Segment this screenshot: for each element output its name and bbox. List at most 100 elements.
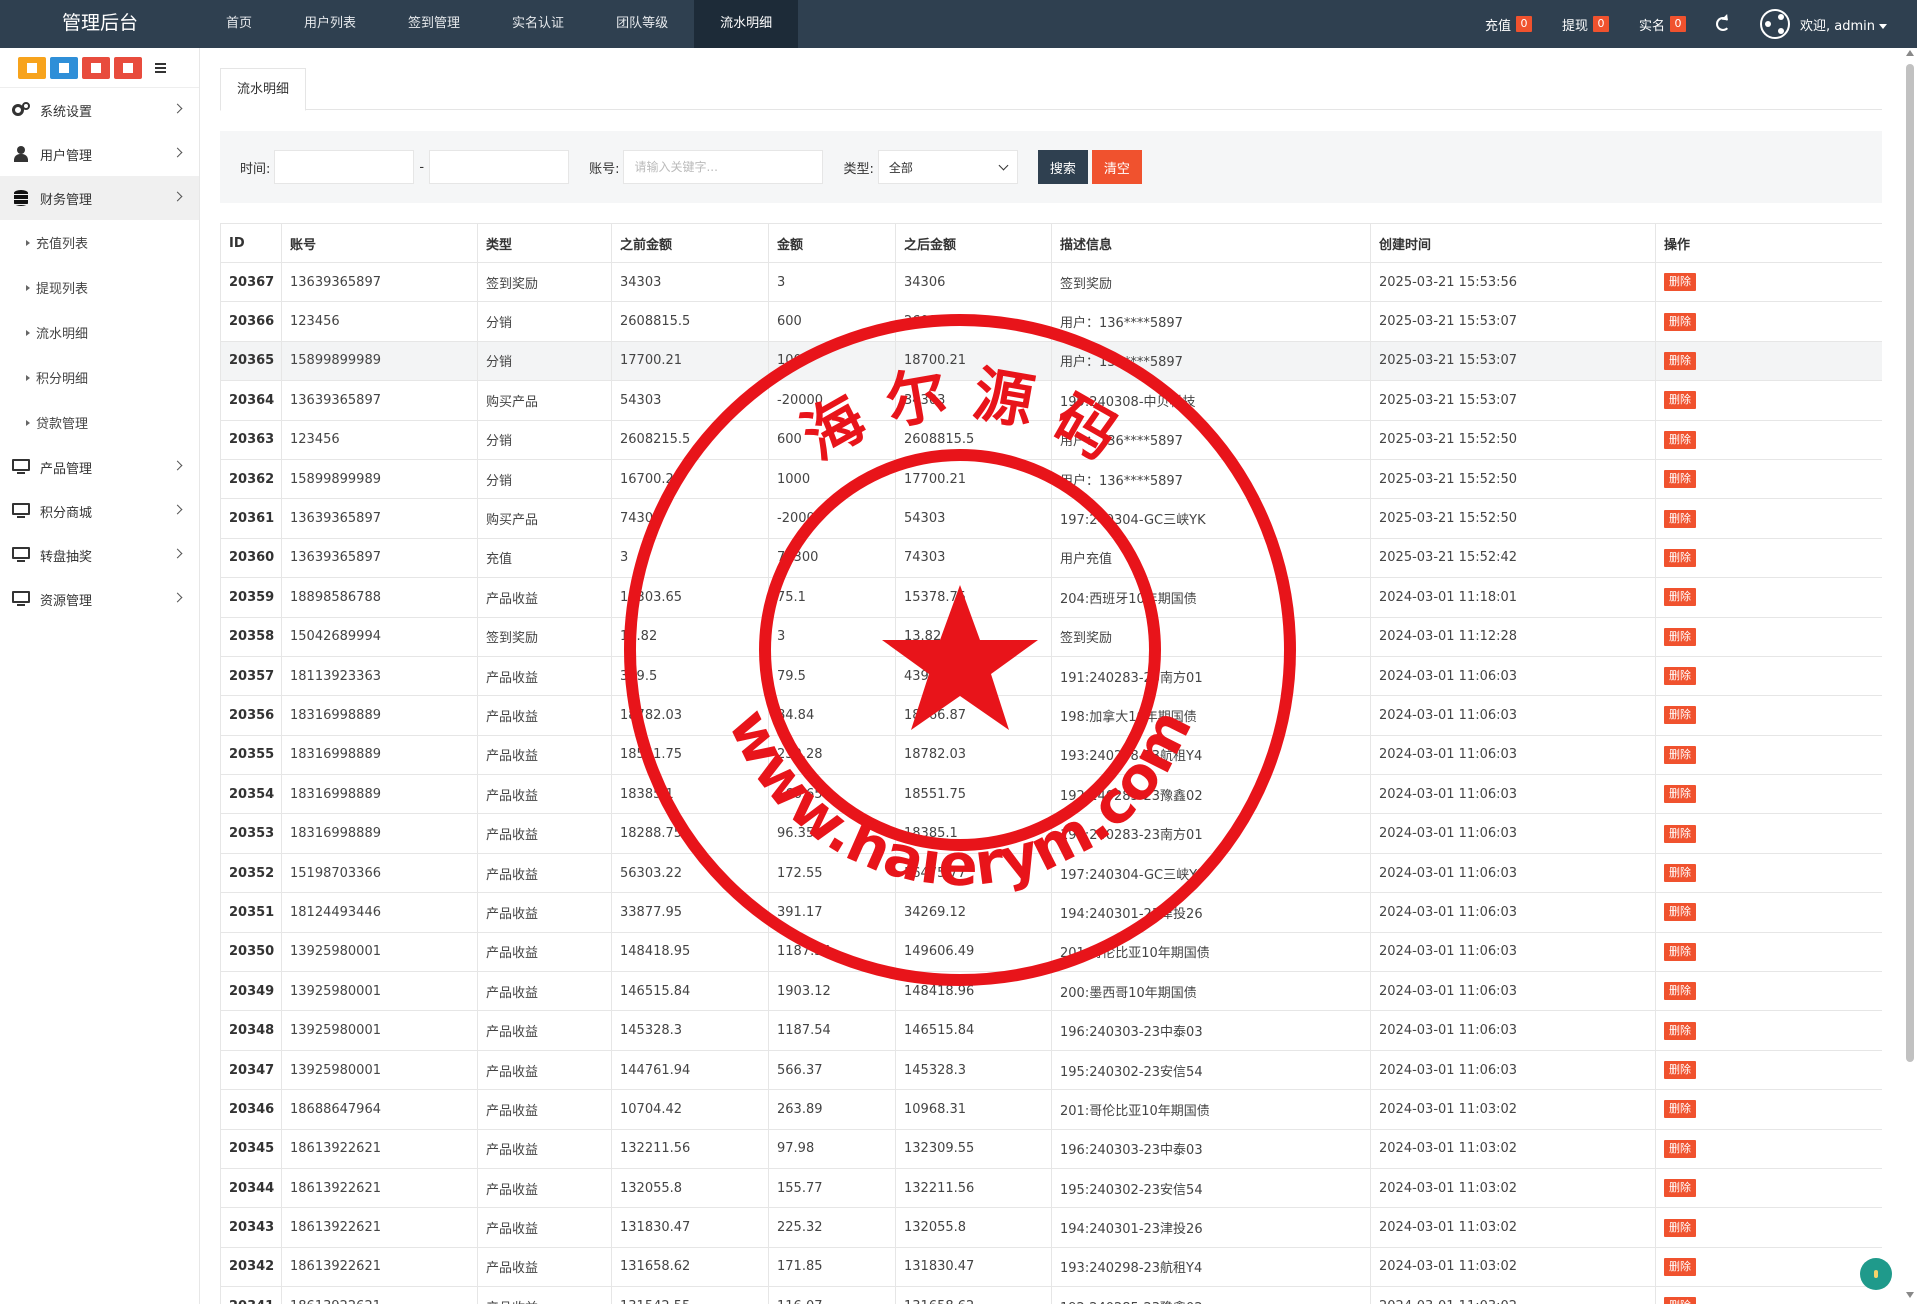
table-cell: 18385.1 — [895, 813, 1052, 854]
delete-button[interactable]: 删除 — [1664, 903, 1696, 922]
end-time-input[interactable] — [429, 150, 570, 184]
delete-button[interactable]: 删除 — [1664, 1100, 1696, 1119]
recharge-notice[interactable]: 充值 0 — [1485, 15, 1532, 34]
home-icon[interactable] — [18, 56, 46, 79]
delete-button[interactable]: 删除 — [1664, 430, 1696, 449]
delete-button[interactable]: 删除 — [1664, 1297, 1696, 1304]
topnav-item-4[interactable]: 团队等级 — [590, 0, 694, 48]
sidebar-item-5[interactable]: 转盘抽奖 — [0, 533, 199, 577]
sidebar-subitem-label: 贷款管理 — [36, 417, 89, 432]
user-menu[interactable]: 欢迎, admin — [1800, 15, 1887, 34]
sidebar-subitem-1[interactable]: 提现列表 — [0, 265, 199, 310]
sidebar-subitem-4[interactable]: 贷款管理 — [0, 400, 199, 445]
delete-button[interactable]: 删除 — [1664, 864, 1696, 883]
start-time-input[interactable] — [274, 150, 415, 184]
delete-button[interactable]: 删除 — [1664, 785, 1696, 804]
top-right-tools: 充值 0 提现 0 实名 0 欢迎, admin — [1485, 0, 1917, 48]
floating-help-button[interactable] — [1860, 1258, 1892, 1290]
sidebar-subitem-label: 流水明细 — [36, 327, 89, 342]
table-cell: 148418.96 — [895, 971, 1052, 1012]
table-cell-actions: 删除 — [1655, 1286, 1882, 1304]
type-select[interactable]: 全部 — [877, 150, 1018, 184]
table-cell: 13.82 — [895, 616, 1052, 657]
delete-button[interactable]: 删除 — [1664, 1139, 1696, 1158]
realname-notice[interactable]: 实名 0 — [1639, 15, 1686, 34]
delete-button[interactable]: 删除 — [1664, 470, 1696, 489]
sidebar-item-1[interactable]: 用户管理 — [0, 132, 199, 176]
table-cell: 产品收益 — [477, 852, 612, 894]
table-cell: 116.07 — [768, 1286, 896, 1304]
delete-button[interactable]: 删除 — [1664, 1257, 1696, 1276]
brand-title[interactable]: 管理后台 — [0, 0, 200, 48]
delete-button[interactable]: 删除 — [1664, 1061, 1696, 1079]
recycle-icon[interactable] — [114, 56, 142, 79]
table-row: 20347 13925980001 产品收益 144761.94 566.37 14532… — [220, 1049, 1882, 1091]
table-cell: 15899899989 — [281, 340, 478, 382]
table-cell: 17700.21 — [611, 340, 769, 382]
delete-button[interactable]: 删除 — [1664, 273, 1696, 292]
topnav-item-1[interactable]: 用户列表 — [278, 0, 382, 48]
topnav-item-2[interactable]: 签到管理 — [382, 0, 486, 48]
flow-table-container: ID 账号 类型 之前金额 金额 之后金额 描述信息 创建时间 操作 20367 13639365… — [220, 223, 1882, 1304]
list-icon[interactable] — [146, 57, 174, 79]
table-cell: 200:墨西哥10年期国债 — [1051, 971, 1371, 1012]
sidebar-item-3[interactable]: 产品管理 — [0, 445, 199, 489]
tab-flow-details[interactable]: 流水明细 — [220, 68, 307, 111]
column-header-2: 类型 — [477, 223, 612, 263]
delete-button[interactable]: 删除 — [1664, 1021, 1696, 1040]
scroll-down-arrow-icon[interactable] — [1906, 1292, 1914, 1298]
delete-button[interactable]: 删除 — [1664, 351, 1696, 370]
caret-right-icon — [26, 239, 30, 246]
delete-button[interactable]: 删除 — [1664, 1218, 1696, 1237]
delete-button[interactable]: 删除 — [1664, 824, 1696, 843]
delete-button[interactable]: 删除 — [1664, 588, 1696, 607]
sidebar: 系统设置 用户管理 财务管理 充值列表 提现列表流水明细积分明细贷款管理产品管理 积分商城… — [0, 48, 200, 1304]
page-scrollbar-thumb[interactable] — [1906, 64, 1914, 1062]
table-cell: 191:240283-23南方01 — [1051, 813, 1371, 854]
delete-button[interactable]: 删除 — [1664, 627, 1696, 646]
account-search-input[interactable] — [623, 150, 824, 184]
sidebar-subitem-2[interactable]: 流水明细 — [0, 310, 199, 355]
sidebar-subitem-3[interactable]: 积分明细 — [0, 355, 199, 400]
delete-button[interactable]: 删除 — [1664, 312, 1696, 331]
withdraw-notice[interactable]: 提现 0 — [1562, 15, 1609, 34]
chevron-down-icon — [998, 160, 1009, 171]
table-cell: 132211.56 — [895, 1167, 1052, 1209]
table-cell: 230.28 — [768, 734, 896, 776]
table-cell: 20363 — [220, 419, 282, 460]
delete-button[interactable]: 删除 — [1664, 745, 1696, 764]
topnav-item-0[interactable]: 首页 — [200, 0, 278, 48]
delete-button[interactable]: 删除 — [1664, 667, 1696, 686]
caret-down-icon — [1879, 23, 1887, 29]
table-cell: 2024-03-01 11:06:03 — [1370, 1049, 1656, 1091]
trash-icon[interactable] — [82, 56, 110, 79]
delete-button[interactable]: 删除 — [1664, 1179, 1696, 1198]
clear-button[interactable]: 清空 — [1091, 150, 1142, 184]
table-cell: 18866.87 — [895, 695, 1052, 736]
sidebar-item-4[interactable]: 积分商城 — [0, 489, 199, 533]
table-cell: 1187.54 — [768, 1010, 896, 1051]
topnav-item-5[interactable]: 流水明细 — [694, 0, 799, 48]
delete-button[interactable]: 删除 — [1664, 391, 1696, 410]
table-cell: 192:240285-23豫鑫02 — [1051, 774, 1371, 815]
delete-button[interactable]: 删除 — [1664, 706, 1696, 725]
search-button[interactable]: 搜索 — [1037, 150, 1088, 184]
scroll-up-arrow-icon[interactable] — [1906, 50, 1914, 56]
table-cell: 131830.47 — [611, 1207, 769, 1248]
file-icon[interactable] — [50, 56, 78, 79]
sidebar-item-2[interactable]: 财务管理 — [0, 176, 199, 220]
delete-button[interactable]: 删除 — [1664, 509, 1696, 528]
table-cell: 56303.22 — [611, 852, 769, 894]
avatar[interactable] — [1760, 9, 1790, 39]
refresh-icon[interactable] — [1716, 17, 1730, 31]
withdraw-count-badge: 0 — [1592, 16, 1609, 32]
delete-button[interactable]: 删除 — [1664, 982, 1696, 1001]
topnav-item-3[interactable]: 实名认证 — [486, 0, 590, 48]
delete-button[interactable]: 删除 — [1664, 942, 1696, 961]
delete-button[interactable]: 删除 — [1664, 548, 1696, 567]
sidebar-item-6[interactable]: 资源管理 — [0, 577, 199, 621]
table-cell: 18782.03 — [611, 695, 769, 736]
sidebar-subitem-0[interactable]: 充值列表 — [0, 220, 199, 265]
table-cell: 1000 — [768, 458, 896, 500]
sidebar-item-0[interactable]: 系统设置 — [0, 88, 199, 132]
